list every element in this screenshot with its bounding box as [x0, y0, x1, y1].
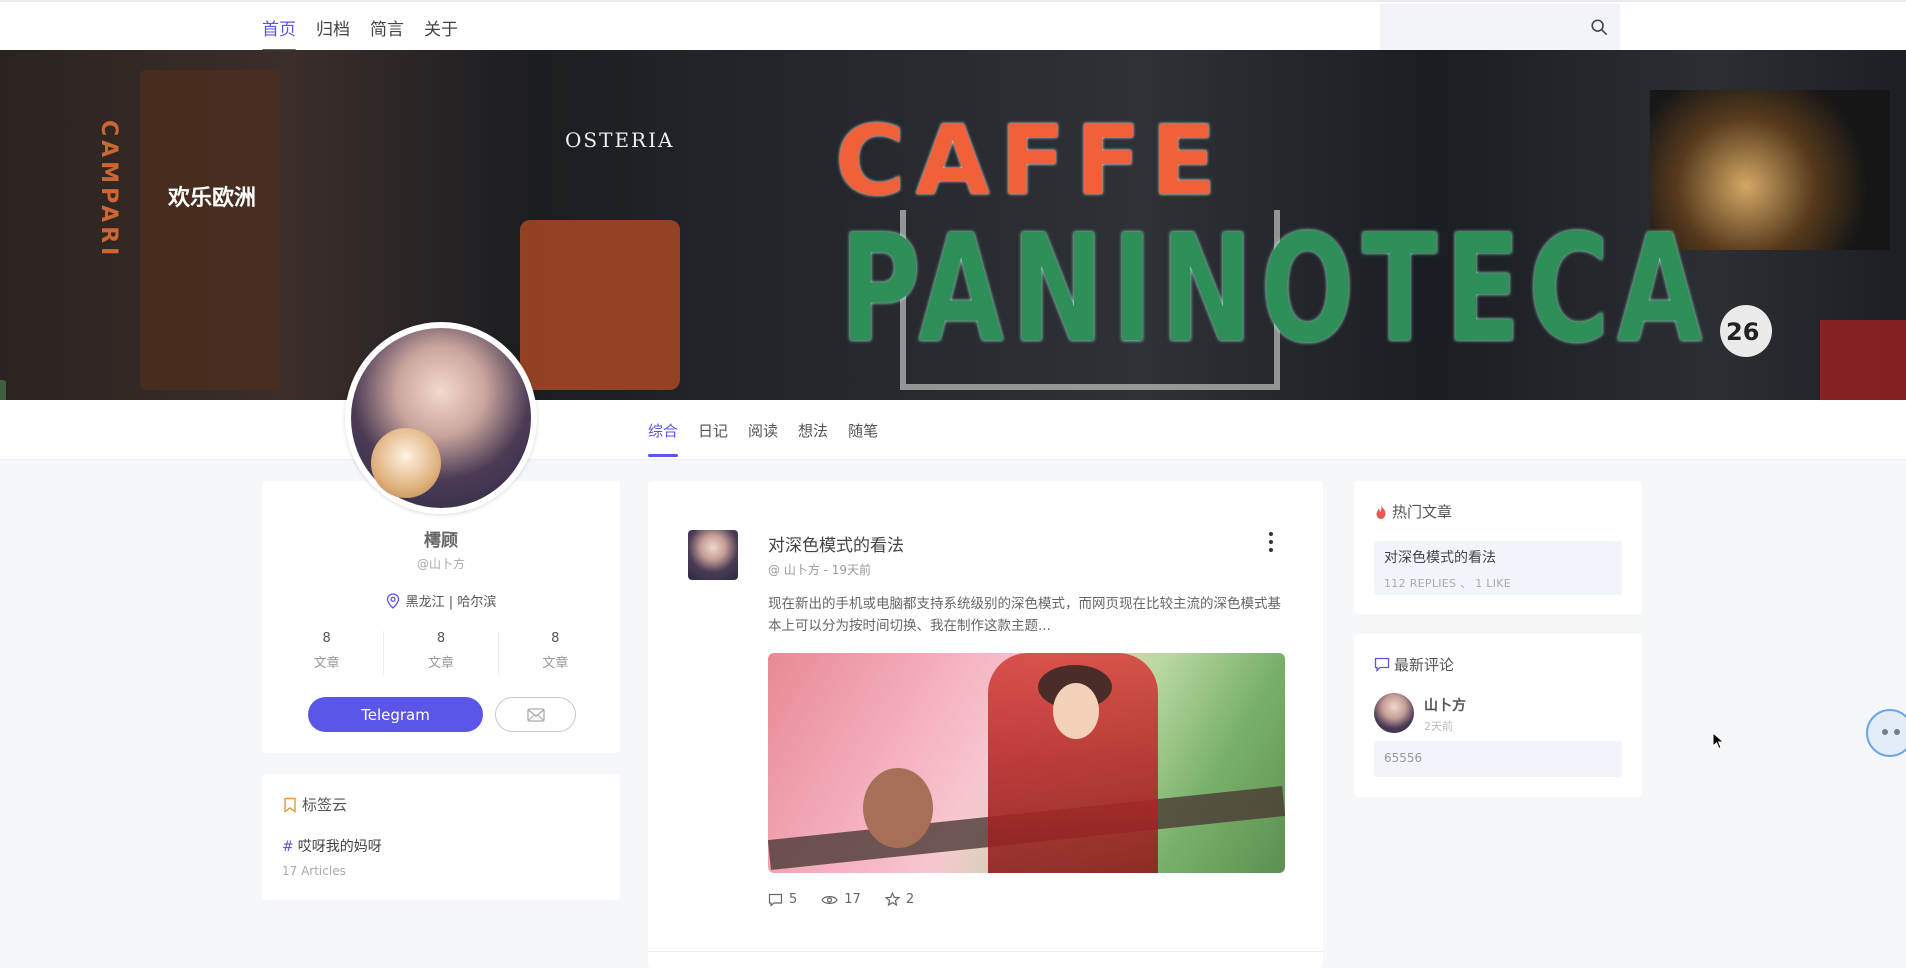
- commenter-avatar[interactable]: [1374, 693, 1414, 733]
- star-icon: [884, 892, 900, 907]
- cover-face: [1053, 683, 1099, 739]
- tab-diary[interactable]: 日记: [698, 404, 728, 457]
- post-actions: 5 17 2: [768, 892, 914, 907]
- chat-icon: [1374, 657, 1390, 672]
- hot-posts-title: 热门文章: [1374, 501, 1452, 522]
- nav-about[interactable]: 关于: [424, 3, 458, 52]
- post-meta: @ 山卜方 - 19天前: [768, 563, 872, 577]
- email-button[interactable]: [495, 697, 576, 732]
- stat-label: 文章: [542, 656, 569, 671]
- hot-post-item[interactable]: 对深色模式的看法 112 REPLIES 、 1 LIKE: [1374, 541, 1622, 595]
- views-count: 17: [844, 892, 861, 907]
- author-avatar[interactable]: [688, 530, 738, 580]
- tab-all[interactable]: 综合: [648, 404, 679, 457]
- cover-monk: [863, 768, 933, 848]
- tag-cloud-title: 标签云: [282, 794, 347, 815]
- profile-location: 黑龙江 | 哈尔滨: [262, 591, 620, 610]
- stat-item[interactable]: 8 文章: [270, 631, 383, 675]
- tag-cloud-title-text: 标签云: [302, 796, 348, 814]
- comments-action[interactable]: 5: [768, 892, 797, 907]
- profile-stats: 8 文章 8 文章 8 文章: [270, 631, 612, 675]
- nav-archive[interactable]: 归档: [316, 3, 350, 52]
- views-action[interactable]: 17: [821, 892, 861, 907]
- latest-comments-title-text: 最新评论: [1394, 656, 1455, 674]
- hot-posts-card: 热门文章 对深色模式的看法 112 REPLIES 、 1 LIKE: [1354, 481, 1642, 614]
- profile-card: 樗顾 @山卜方 黑龙江 | 哈尔滨 8 文章 8 文章 8 文章 Telegra…: [262, 481, 620, 753]
- tag-link[interactable]: # 哎呀我的妈呀: [282, 836, 382, 856]
- fire-icon: [1376, 504, 1386, 519]
- stat-label: 文章: [427, 656, 454, 671]
- stat-label: 文章: [313, 656, 340, 671]
- mascot-eye: [1894, 729, 1900, 735]
- profile-avatar[interactable]: [345, 322, 537, 514]
- orange-chair: [520, 220, 680, 390]
- mouse-cursor-icon: [1712, 732, 1725, 750]
- location-text: 黑龙江 | 哈尔滨: [405, 595, 497, 610]
- eye-icon: [821, 895, 838, 904]
- comment-body[interactable]: 65556: [1374, 741, 1622, 777]
- avatar-cat: [371, 428, 441, 498]
- hot-posts-title-text: 热门文章: [1392, 503, 1453, 521]
- tab-essays[interactable]: 随笔: [848, 404, 878, 457]
- tag-cloud-card: 标签云 # 哎呀我的妈呀 17 Articles: [262, 774, 620, 900]
- bookmark-icon: [284, 797, 296, 813]
- category-bar: 综合 日记 阅读 想法 随笔: [0, 400, 1906, 460]
- mail-icon: [526, 707, 545, 722]
- hot-post-stats: 112 REPLIES 、 1 LIKE: [1384, 577, 1512, 590]
- hero-banner: CAMPARI 欢乐欧洲 OSTERIA CAFFE PANINOTECA 26: [0, 50, 1906, 400]
- nav-home[interactable]: 首页: [262, 3, 296, 52]
- comments-count: 5: [789, 892, 798, 907]
- latest-comments-card: 最新评论 山卜方 2天前 65556: [1354, 634, 1642, 797]
- category-tabs: 综合 日记 阅读 想法 随笔: [648, 400, 878, 460]
- paninoteca-sign: PANINOTECA: [840, 202, 1711, 376]
- campari-sign: CAMPARI: [96, 120, 121, 260]
- latest-comments-title: 最新评论: [1374, 654, 1454, 675]
- chinese-sign: 欢乐欧洲: [168, 185, 257, 211]
- osteria-sign: OSTERIA: [565, 128, 675, 152]
- main-nav: 首页 归档 简言 关于: [262, 2, 458, 52]
- post-title[interactable]: 对深色模式的看法: [768, 531, 904, 556]
- post-card: 对深色模式的看法 @ 山卜方 - 19天前 现在新出的手机或电脑都支持系统级别的…: [648, 481, 1323, 968]
- nav-notes[interactable]: 简言: [370, 3, 404, 52]
- search-box[interactable]: [1380, 4, 1620, 50]
- tag-label: 哎呀我的妈呀: [297, 839, 382, 855]
- badge-number: 26: [1726, 318, 1760, 346]
- telegram-button[interactable]: Telegram: [308, 697, 483, 732]
- shop-sign-board: [140, 70, 280, 390]
- soda-cans: [1820, 320, 1906, 400]
- stat-number: 8: [551, 631, 560, 646]
- star-action[interactable]: 2: [884, 892, 915, 907]
- comment-icon: [768, 893, 783, 907]
- tab-reading[interactable]: 阅读: [748, 404, 778, 457]
- stat-item[interactable]: 8 文章: [383, 631, 497, 675]
- tab-thoughts[interactable]: 想法: [798, 404, 828, 457]
- mascot-eye: [1882, 729, 1888, 735]
- commenter-name[interactable]: 山卜方: [1424, 695, 1466, 715]
- hash-icon: #: [282, 839, 294, 855]
- search-icon[interactable]: [1590, 18, 1608, 36]
- post-cover-image[interactable]: [768, 653, 1285, 873]
- profile-handle: @山卜方: [416, 557, 465, 571]
- mascot-widget[interactable]: [1866, 709, 1906, 757]
- tag-article-count: 17 Articles: [282, 864, 346, 878]
- stat-number: 8: [322, 631, 331, 646]
- post-divider: [648, 951, 1323, 952]
- comment-time: 2天前: [1424, 720, 1453, 733]
- location-pin-icon: [386, 592, 399, 609]
- more-options-icon[interactable]: [1261, 532, 1281, 552]
- top-navbar: 首页 归档 简言 关于: [0, 0, 1906, 52]
- caffe-sign: CAFFE: [835, 105, 1227, 217]
- profile-name: 樗顾: [424, 531, 458, 551]
- stat-item[interactable]: 8 文章: [497, 631, 612, 675]
- star-count: 2: [905, 892, 915, 907]
- hot-post-title: 对深色模式的看法: [1384, 550, 1496, 566]
- stat-number: 8: [436, 631, 446, 646]
- post-excerpt: 现在新出的手机或电脑都支持系统级别的深色模式，而网页现在比较主流的深色模式基本上…: [768, 596, 1281, 634]
